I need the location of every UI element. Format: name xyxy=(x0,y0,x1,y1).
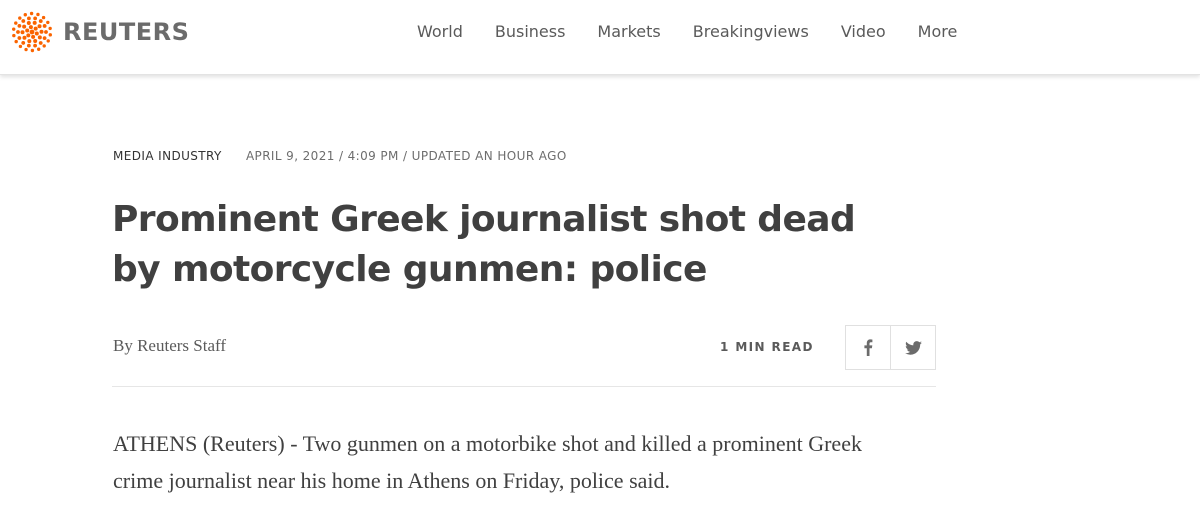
reuters-dot-logo-icon xyxy=(12,11,52,53)
share-buttons xyxy=(845,325,936,370)
twitter-icon xyxy=(904,340,922,355)
twitter-share-button[interactable] xyxy=(890,326,935,369)
main-nav: World Business Markets Breakingviews Vid… xyxy=(417,22,989,42)
nav-item-video[interactable]: Video xyxy=(841,22,886,42)
site-header: REUTERS World Business Markets Breakingv… xyxy=(0,0,1200,75)
byline: By Reuters Staff xyxy=(113,336,226,356)
nav-item-breakingviews[interactable]: Breakingviews xyxy=(693,22,809,42)
reuters-logo[interactable]: REUTERS xyxy=(10,11,189,53)
nav-item-business[interactable]: Business xyxy=(495,22,566,42)
byline-author[interactable]: Reuters Staff xyxy=(137,336,226,355)
byline-divider xyxy=(112,386,936,387)
brand-name: REUTERS xyxy=(63,18,190,46)
channel-link[interactable]: MEDIA INDUSTRY xyxy=(113,149,222,163)
byline-prefix: By xyxy=(113,336,133,355)
nav-item-more[interactable]: More xyxy=(918,22,958,42)
article-meta: MEDIA INDUSTRY APRIL 9, 2021 / 4:09 PM /… xyxy=(113,149,567,163)
read-time: 1 MIN READ xyxy=(720,340,814,354)
nav-item-world[interactable]: World xyxy=(417,22,463,42)
nav-item-markets[interactable]: Markets xyxy=(597,22,660,42)
facebook-icon xyxy=(864,339,873,356)
article-body: ATHENS (Reuters) - Two gunmen on a motor… xyxy=(113,431,862,493)
facebook-share-button[interactable] xyxy=(846,326,890,369)
article-headline: Prominent Greek journalist shot dead by … xyxy=(112,199,856,290)
article-timestamp: APRIL 9, 2021 / 4:09 PM / UPDATED AN HOU… xyxy=(245,149,567,163)
